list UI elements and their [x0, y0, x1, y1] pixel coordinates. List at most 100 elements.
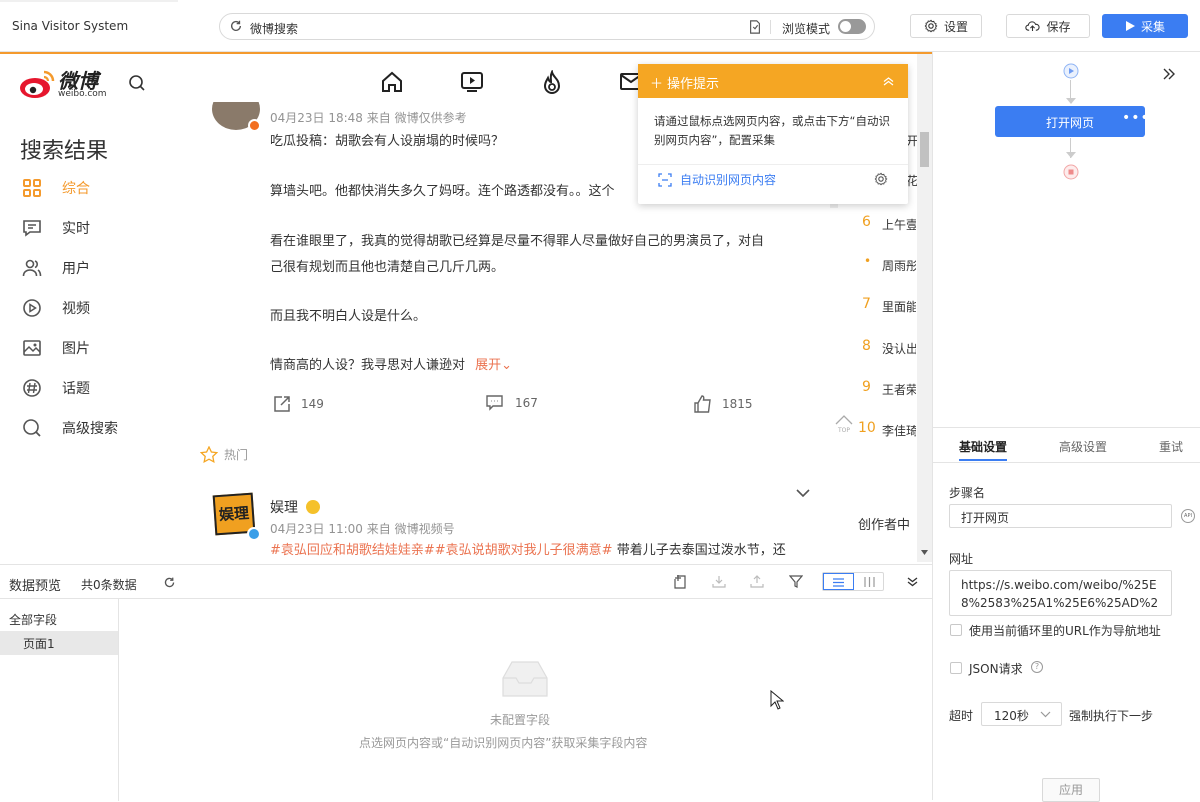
timeout-select[interactable]: 120秒 — [981, 702, 1062, 726]
comment-count: 167 — [515, 396, 538, 410]
author-name[interactable]: 娱理 — [270, 497, 298, 517]
expand-panel-icon[interactable] — [1163, 68, 1175, 80]
refresh-icon[interactable] — [229, 19, 243, 33]
post-text-line: 己很有规划而且他也清楚自己几斤几两。 — [270, 260, 505, 275]
settings-button[interactable]: 设置 — [910, 14, 982, 38]
nav-item-advanced-search[interactable]: 高级搜索 — [22, 418, 118, 438]
view-toggle[interactable] — [822, 572, 884, 591]
collect-button[interactable]: 采集 — [1102, 14, 1188, 38]
chevron-down-icon[interactable]: ⌄ — [501, 358, 512, 373]
nav-label: 视频 — [62, 301, 90, 317]
step-name-input[interactable]: 打开网页 — [949, 504, 1172, 528]
help-icon[interactable]: ? — [1031, 661, 1043, 673]
grid-icon — [23, 179, 41, 197]
expand-link[interactable]: 展开 — [475, 358, 501, 373]
scrollbar-thumb[interactable] — [920, 132, 929, 167]
apply-button[interactable]: 应用 — [1042, 778, 1100, 802]
repost-button[interactable]: 149 — [273, 395, 324, 413]
browse-mode-toggle[interactable] — [838, 19, 866, 34]
page-item-label: 页面1 — [23, 637, 55, 651]
page-scrollbar[interactable] — [917, 54, 932, 562]
post-text: 带着儿子去泰国过泼水节，还 — [612, 543, 786, 558]
list-icon — [833, 578, 844, 587]
nav-item-users[interactable]: 用户 — [22, 258, 90, 278]
filter-icon[interactable] — [789, 575, 803, 588]
video-tv-icon[interactable] — [460, 70, 484, 94]
home-icon[interactable] — [380, 70, 404, 94]
like-button[interactable]: 1815 — [694, 395, 753, 413]
back-to-top-button[interactable]: TOP — [834, 414, 854, 434]
all-fields-item[interactable]: 全部字段 — [9, 611, 57, 628]
popup-header: ＋操作提示 — [638, 64, 908, 98]
star-icon — [200, 446, 218, 463]
tab-advanced-settings[interactable]: 高级设置 — [1059, 438, 1107, 455]
page-copy-icon[interactable] — [748, 20, 762, 34]
nav-item-comprehensive[interactable]: 综合 — [22, 178, 90, 198]
save-button[interactable]: 保存 — [1006, 14, 1090, 38]
list-view-button[interactable] — [823, 573, 854, 590]
gear-icon[interactable] — [874, 172, 888, 186]
operation-tip-popup: ＋操作提示 请通过鼠标点选网页内容，或点击下方“自动识别网页内容”，配置采集 自… — [638, 64, 908, 204]
ranking-item[interactable]: 上午壹 — [882, 216, 916, 233]
collapse-down-icon[interactable] — [907, 577, 918, 587]
like-count: 1815 — [722, 397, 753, 411]
add-field-icon[interactable] — [674, 575, 687, 589]
refresh-icon[interactable] — [163, 576, 176, 589]
api-icon[interactable]: API — [1181, 509, 1195, 523]
nav-item-video[interactable]: 视频 — [22, 298, 90, 318]
post-text-line: 而且我不明白人设是什么。 — [270, 309, 427, 324]
flow-end-icon[interactable] — [1063, 164, 1079, 180]
ranking-item[interactable]: 周雨彤 — [882, 257, 916, 274]
nav-item-realtime[interactable]: 实时 — [22, 218, 90, 238]
window-tab-title[interactable]: Sina Visitor System — [12, 19, 128, 33]
flow-node-open-page[interactable]: 打开网页 ••• — [995, 106, 1149, 137]
record-count: 共0条数据 — [81, 578, 137, 592]
collapse-icon[interactable] — [883, 77, 894, 86]
post-text-line: 情商高的人设？我寻思对人谦逊对 展开⌄ — [270, 353, 512, 379]
nav-label: 综合 — [62, 181, 90, 197]
empty-inbox-icon — [502, 661, 548, 697]
url-input[interactable]: https://s.weibo.com/weibo/%25E8%2583%25A… — [949, 570, 1172, 616]
address-bar[interactable]: 微博搜索 浏览模式 — [219, 13, 875, 40]
play-icon — [1125, 21, 1135, 31]
post-text-line: 吃瓜投稿：胡歌会有人设崩塌的时候吗？ — [270, 134, 505, 149]
popup-title: 操作提示 — [667, 77, 720, 92]
search-icon[interactable] — [128, 74, 146, 92]
tab-retry[interactable]: 重试 — [1159, 438, 1183, 455]
creator-center-link[interactable]: 创作者中 — [858, 514, 916, 533]
flow-start-icon[interactable] — [1063, 63, 1079, 79]
auto-detect-button[interactable]: 自动识别网页内容 — [658, 171, 776, 188]
use-loop-url-checkbox[interactable] — [950, 624, 962, 636]
hashtag-icon — [23, 379, 41, 397]
ranking-item[interactable]: 李佳琦 — [882, 422, 916, 439]
nav-item-topics[interactable]: 话题 — [22, 378, 90, 398]
post-meta: 04月23日 11:00 来自 微博视频号 — [270, 522, 455, 536]
ranking-item[interactable]: 里面能 — [882, 298, 916, 315]
tab-indicator — [0, 0, 178, 2]
chevron-down-icon[interactable] — [796, 489, 810, 498]
hot-fire-icon[interactable] — [540, 70, 564, 96]
web-page-view[interactable]: 微博 weibo.com 搜索结果 综合 实时 用户 视频 图片 话题 高级搜索… — [0, 52, 932, 562]
scroll-down-arrow-icon[interactable] — [921, 550, 928, 555]
address-text[interactable]: 微博搜索 — [250, 20, 298, 37]
download-icon[interactable] — [712, 575, 726, 588]
flow-node-label: 打开网页 — [1046, 116, 1095, 130]
topic-link[interactable]: #袁弘回应和胡歌结娃娃亲##袁弘说胡歌对我儿子很满意# — [270, 543, 613, 558]
preview-title: 数据预览 — [9, 579, 62, 594]
browse-mode-label: 浏览模式 — [782, 22, 831, 36]
page-item[interactable]: 页面1 — [0, 631, 118, 655]
weibo-eye-icon — [20, 70, 55, 98]
ranking-item[interactable]: 王者荣 — [882, 381, 916, 398]
ranking-item[interactable]: 没认出 — [882, 340, 916, 357]
comment-button[interactable]: 167 — [486, 395, 538, 411]
tab-basic-settings[interactable]: 基础设置 — [959, 438, 1007, 455]
nav-item-images[interactable]: 图片 — [22, 338, 90, 358]
video-icon — [23, 299, 41, 317]
url-label: 网址 — [949, 552, 974, 566]
upload-icon[interactable] — [750, 575, 764, 588]
repost-icon — [274, 396, 290, 412]
json-request-checkbox[interactable] — [950, 662, 962, 674]
column-view-icon[interactable] — [864, 577, 875, 587]
more-options-icon[interactable]: ••• — [1122, 110, 1150, 126]
weibo-logo[interactable]: 微博 weibo.com — [18, 67, 113, 103]
